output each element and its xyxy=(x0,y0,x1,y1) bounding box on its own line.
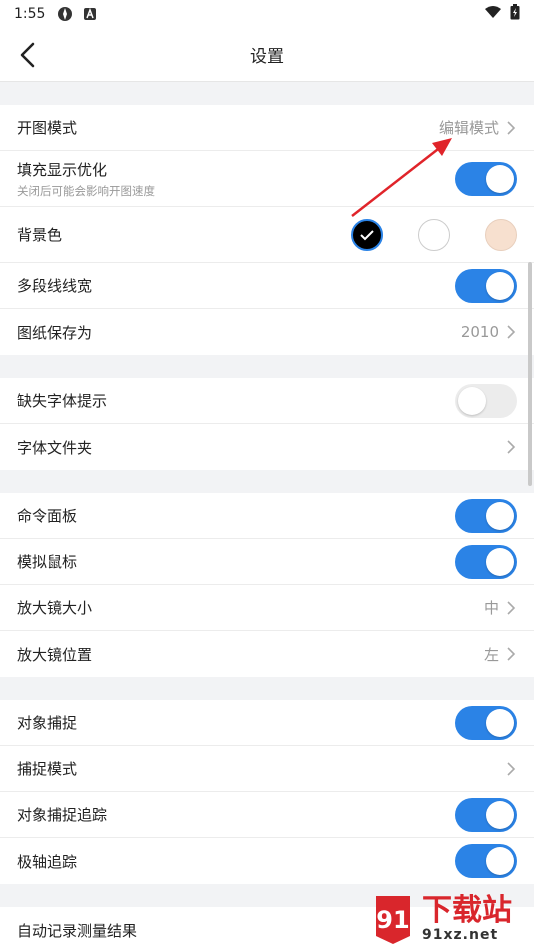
back-arrow-icon xyxy=(20,42,35,68)
section-gap xyxy=(0,470,534,493)
row-value: 2010 xyxy=(460,323,499,341)
row-label: 背景色 xyxy=(17,226,63,244)
row-missing-font-hint: 缺失字体提示 xyxy=(0,378,534,424)
watermark-url: 91xz.net xyxy=(422,927,499,943)
svg-text:91: 91 xyxy=(376,906,409,934)
row-label: 放大镜位置 xyxy=(17,645,93,664)
color-swatch-beige[interactable] xyxy=(485,218,517,251)
app-notification-icon xyxy=(57,6,73,22)
settings-group-snap: 对象捕捉 捕捉模式 对象捕捉追踪 极轴追踪 xyxy=(0,700,534,884)
row-value: 左 xyxy=(483,645,499,664)
row-background-color: 背景色 xyxy=(0,207,534,263)
settings-group-display: 开图模式 编辑模式 填充显示优化 关闭后可能会影响开图速度 背景色 多段线线宽 … xyxy=(0,105,534,355)
row-polar-tracking: 极轴追踪 xyxy=(0,838,534,884)
color-swatch-black[interactable] xyxy=(351,218,383,251)
row-snap-tracking: 对象捕捉追踪 xyxy=(0,792,534,838)
polyline-width-toggle[interactable] xyxy=(455,268,517,303)
snap-tracking-toggle[interactable] xyxy=(455,797,517,832)
chevron-right-icon xyxy=(505,324,517,340)
a-notification-icon xyxy=(83,7,97,21)
row-snap-mode[interactable]: 捕捉模式 xyxy=(0,746,534,792)
chevron-right-icon xyxy=(505,646,517,662)
row-label: 缺失字体提示 xyxy=(17,392,108,410)
back-button[interactable] xyxy=(18,40,48,70)
missing-font-toggle[interactable] xyxy=(455,383,517,418)
row-label: 字体文件夹 xyxy=(17,438,93,457)
nav-bar: 设置 xyxy=(0,28,534,82)
polar-tracking-toggle[interactable] xyxy=(455,844,517,878)
wifi-icon xyxy=(484,5,502,23)
section-gap xyxy=(0,677,534,700)
watermark-title: 下载站 xyxy=(422,893,512,928)
row-fill-optimize: 填充显示优化 关闭后可能会影响开图速度 xyxy=(0,151,534,207)
row-command-panel: 命令面板 xyxy=(0,493,534,539)
row-simulate-mouse: 模拟鼠标 xyxy=(0,539,534,585)
color-swatch-white[interactable] xyxy=(418,218,450,251)
chevron-right-icon xyxy=(505,600,517,616)
row-save-as[interactable]: 图纸保存为 2010 xyxy=(0,309,534,355)
row-label: 图纸保存为 xyxy=(17,323,93,342)
row-polyline-width: 多段线线宽 xyxy=(0,263,534,309)
row-label: 放大镜大小 xyxy=(17,599,93,617)
site-logo-icon: 91 xyxy=(376,896,410,944)
row-value: 中 xyxy=(483,599,499,617)
page-title: 设置 xyxy=(250,47,284,67)
row-label: 模拟鼠标 xyxy=(17,553,78,571)
row-sublabel: 关闭后可能会影响开图速度 xyxy=(17,183,155,198)
section-gap xyxy=(0,355,534,378)
chevron-right-icon xyxy=(505,120,517,136)
scrollbar[interactable] xyxy=(528,262,532,486)
row-label: 开图模式 xyxy=(17,119,78,137)
row-label: 多段线线宽 xyxy=(17,277,93,295)
settings-group-tools: 命令面板 模拟鼠标 放大镜大小 中 放大镜位置 左 xyxy=(0,493,534,677)
check-icon xyxy=(360,229,374,240)
row-font-folder[interactable]: 字体文件夹 xyxy=(0,424,534,470)
status-time: 1:55 xyxy=(14,6,46,22)
row-label: 填充显示优化 xyxy=(17,160,108,179)
section-gap xyxy=(0,82,534,105)
fill-optimize-toggle[interactable] xyxy=(455,161,517,196)
row-object-snap: 对象捕捉 xyxy=(0,700,534,746)
command-panel-toggle[interactable] xyxy=(455,498,517,533)
row-label: 捕捉模式 xyxy=(17,760,78,778)
row-label: 命令面板 xyxy=(17,507,78,525)
row-magnifier-size[interactable]: 放大镜大小 中 xyxy=(0,585,534,631)
chevron-right-icon xyxy=(505,439,517,455)
chevron-right-icon xyxy=(505,761,517,777)
row-label: 对象捕捉 xyxy=(17,714,78,732)
simulate-mouse-toggle[interactable] xyxy=(455,544,517,579)
row-open-mode[interactable]: 开图模式 编辑模式 xyxy=(0,105,534,151)
battery-icon xyxy=(510,4,520,24)
object-snap-toggle[interactable] xyxy=(455,705,517,740)
row-magnifier-position[interactable]: 放大镜位置 左 xyxy=(0,631,534,677)
background-color-options xyxy=(316,218,517,251)
row-label: 对象捕捉追踪 xyxy=(17,806,108,824)
row-value: 编辑模式 xyxy=(438,119,499,137)
watermark-logo: 91 下载站 91xz.net xyxy=(370,890,530,948)
status-bar: 1:55 xyxy=(0,0,534,28)
settings-group-fonts: 缺失字体提示 字体文件夹 xyxy=(0,378,534,470)
row-label: 极轴追踪 xyxy=(17,852,78,871)
